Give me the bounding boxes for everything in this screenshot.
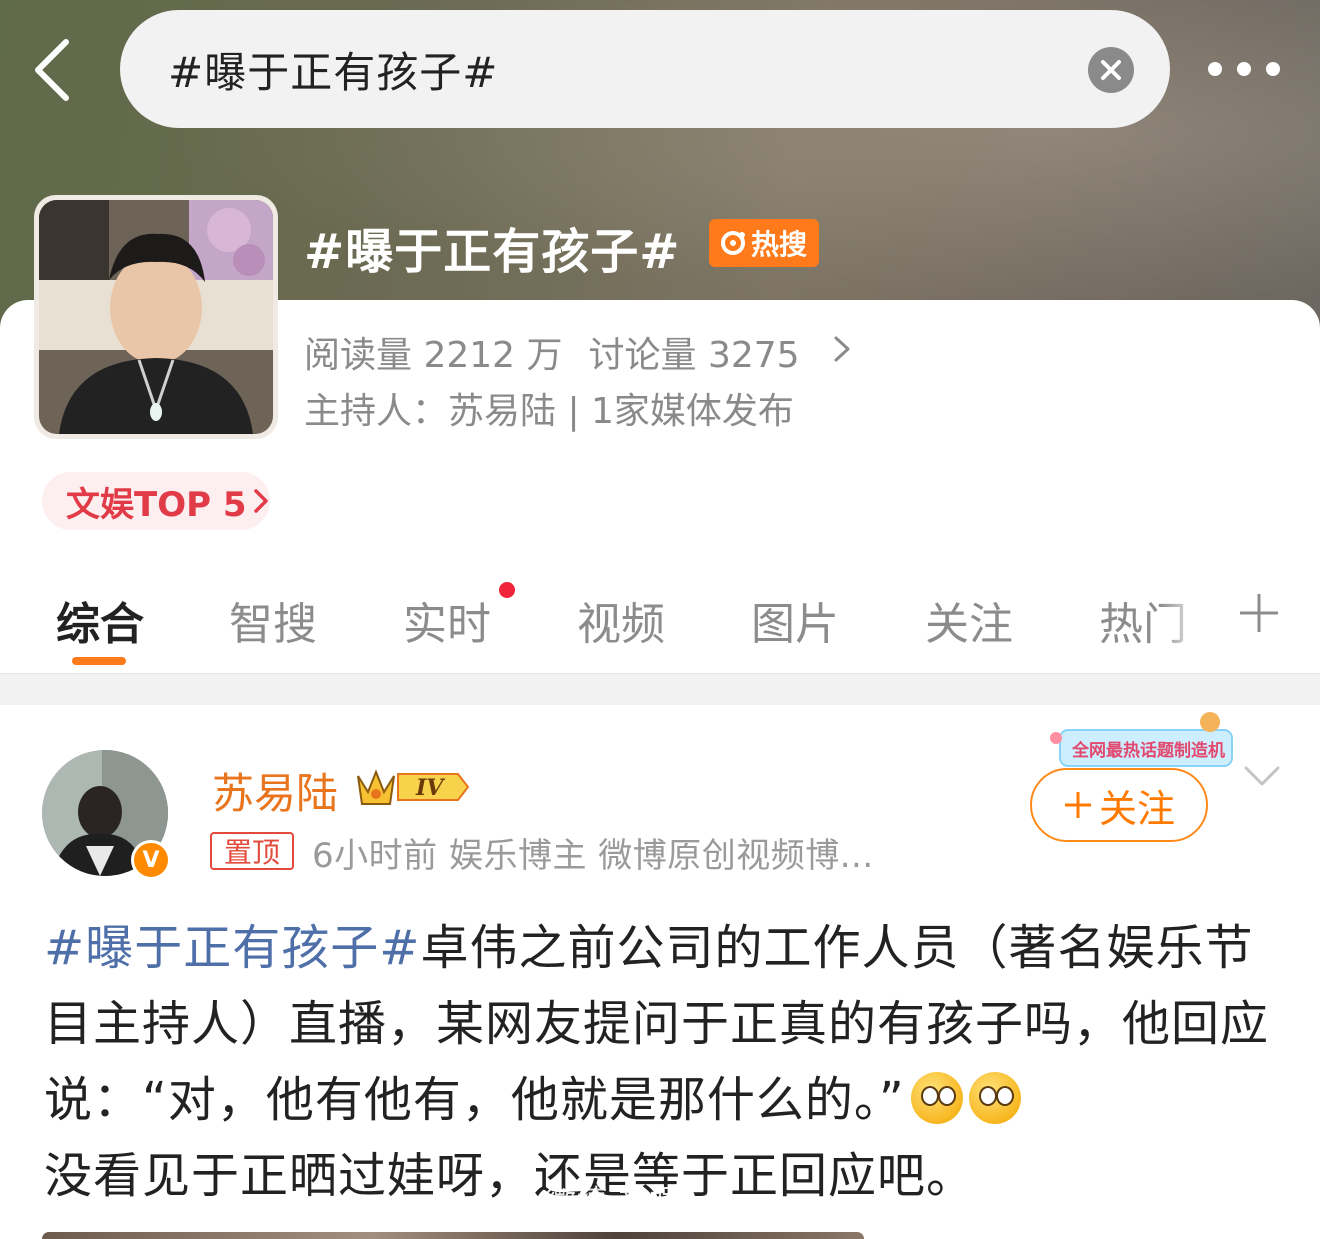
topic-host-avatar[interactable] bbox=[34, 195, 278, 439]
follow-button[interactable]: 关注 bbox=[1030, 768, 1208, 842]
promo-text: 全网最热话题制造机 bbox=[1071, 740, 1225, 760]
follow-label: 关注 bbox=[1098, 786, 1175, 831]
tab-smart-search[interactable]: 智搜 bbox=[229, 588, 317, 652]
topic-host-line: 主持人：苏易陆 | 1家媒体发布 bbox=[304, 391, 794, 432]
shocked-emoji-icon bbox=[968, 1072, 1021, 1124]
shocked-emoji-icon bbox=[910, 1072, 963, 1124]
host-photo-illustration bbox=[39, 200, 273, 434]
post-body: #曝于正有孩子#卓伟之前公司的工作人员（著名娱乐节目主持人）直播，某网友提问于正… bbox=[44, 910, 1284, 1214]
plus-icon bbox=[1064, 792, 1091, 818]
author-name[interactable]: 苏易陆 bbox=[212, 760, 338, 821]
result-tabs: 综合 智搜 实时 视频 图片 关注 热门 bbox=[0, 580, 1320, 672]
read-count: 阅读量 2212 万 bbox=[304, 335, 563, 376]
pinned-tag: 置顶 bbox=[210, 832, 294, 870]
search-input[interactable]: #曝于正有孩子# bbox=[120, 10, 1170, 128]
level-badge-text: IV bbox=[415, 775, 445, 801]
verified-badge: V bbox=[131, 840, 171, 880]
clear-search-button[interactable] bbox=[1088, 47, 1134, 93]
promo-banner[interactable]: 全网最热话题制造机 bbox=[1050, 712, 1236, 770]
chevron-right-icon bbox=[253, 489, 268, 513]
tab-pictures[interactable]: 图片 bbox=[751, 588, 839, 652]
add-tab-icon[interactable] bbox=[1236, 590, 1282, 636]
more-dot bbox=[1237, 62, 1251, 76]
section-divider bbox=[0, 673, 1320, 705]
chevron-left-icon bbox=[35, 39, 69, 101]
hot-badge-label: 热搜 bbox=[750, 228, 807, 261]
host-photo bbox=[39, 200, 273, 434]
crown-level-icon: IV bbox=[357, 769, 470, 805]
tab-realtime[interactable]: 实时 bbox=[403, 588, 491, 652]
tab-overflow-fade bbox=[1160, 580, 1220, 660]
topic-stats[interactable]: 阅读量 2212 万 讨论量 3275 bbox=[304, 326, 800, 378]
watermark: 微博 文娱 bbox=[546, 1184, 681, 1219]
more-dot bbox=[1208, 62, 1222, 76]
new-content-dot bbox=[499, 582, 515, 598]
active-tab-indicator bbox=[72, 657, 126, 665]
post-text-tail: 没看见于正晒过娃呀，还是等于正回应吧。 bbox=[44, 1148, 976, 1204]
back-button[interactable] bbox=[28, 36, 80, 104]
post-hashtag-link[interactable]: #曝于正有孩子# bbox=[44, 920, 420, 976]
search-query-text: #曝于正有孩子# bbox=[168, 47, 499, 97]
more-dots-icon[interactable] bbox=[1208, 58, 1280, 80]
close-icon bbox=[1101, 60, 1121, 80]
tab-following[interactable]: 关注 bbox=[925, 588, 1013, 652]
entertainment-rank-chip[interactable]: 文娱TOP 5 bbox=[42, 472, 270, 530]
hot-search-badge[interactable]: 热搜 bbox=[709, 219, 819, 267]
more-dot bbox=[1266, 62, 1280, 76]
topic-title: #曝于正有孩子# bbox=[304, 224, 681, 280]
tab-comprehensive[interactable]: 综合 bbox=[56, 588, 144, 652]
hot-search-icon bbox=[720, 231, 745, 255]
post-meta: 6小时前 娱乐博主 微博原创视频博... bbox=[312, 836, 874, 876]
discussion-count: 讨论量 3275 bbox=[588, 335, 800, 376]
rank-chip-label: 文娱TOP 5 bbox=[66, 484, 247, 525]
post-media-preview[interactable] bbox=[42, 1232, 864, 1239]
chevron-down-icon[interactable] bbox=[1242, 762, 1282, 792]
tab-video[interactable]: 视频 bbox=[577, 588, 665, 652]
chevron-right-icon[interactable] bbox=[832, 332, 852, 366]
